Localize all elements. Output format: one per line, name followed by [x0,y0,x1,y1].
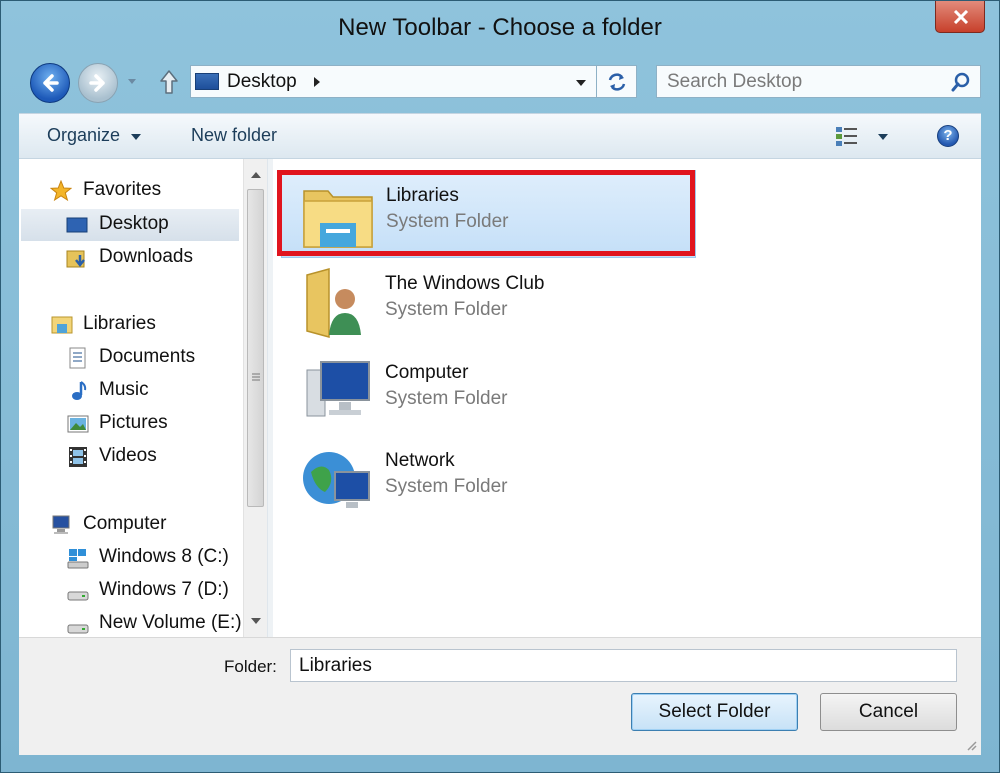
sidebar-label: Downloads [99,246,193,267]
list-item-the-windows-club[interactable]: The Windows Club System Folder [281,259,696,347]
file-type: System Folder [385,388,508,409]
file-type: System Folder [385,476,508,497]
windows-drive-icon [67,549,89,569]
arrow-left-icon [43,74,59,92]
address-bar[interactable]: Desktop [190,65,597,98]
back-button[interactable] [30,63,70,103]
hard-drive-icon [67,624,89,634]
select-folder-button[interactable]: Select Folder [631,693,798,731]
change-view-icon[interactable] [835,125,859,147]
forward-button[interactable] [78,63,118,103]
sidebar-label: Windows 8 (C:) [99,546,229,567]
libraries-folder-icon [303,190,373,248]
grip-icon [252,373,260,381]
pictures-icon [67,415,89,433]
chevron-down-icon[interactable] [130,133,142,141]
command-bar: Organize New folder ? [19,113,981,159]
sidebar-item-downloads[interactable]: Downloads [19,242,243,274]
list-item-computer[interactable]: Computer System Folder [281,348,696,436]
file-name: Network [385,450,455,471]
search-icon[interactable] [951,72,971,92]
file-type: System Folder [386,211,509,232]
list-item-libraries[interactable]: Libraries System Folder [281,170,696,258]
sidebar-label: Computer [83,513,167,534]
breadcrumb-chevron-icon[interactable] [313,76,321,88]
navigation-pane[interactable]: Favorites Desktop Downloads Libraries Do… [19,159,243,637]
scroll-down-icon[interactable] [250,617,262,625]
sidebar-label: Desktop [99,213,169,234]
sidebar-label: Music [99,379,149,400]
computer-icon [306,361,370,417]
sidebar-item-pictures[interactable]: Pictures [19,408,243,440]
sidebar-item-videos[interactable]: Videos [19,441,243,473]
cancel-button[interactable]: Cancel [820,693,957,731]
music-note-icon [72,381,87,400]
downloads-folder-icon [66,250,85,268]
refresh-icon [608,73,626,91]
recent-locations-dropdown-icon[interactable] [126,78,138,86]
sidebar-item-drive-d[interactable]: Windows 7 (D:) [19,575,243,607]
documents-icon [69,347,86,369]
file-name: Computer [385,362,469,383]
scroll-up-icon[interactable] [250,171,262,179]
refresh-button[interactable] [597,65,637,98]
sidebar-item-music[interactable]: Music [19,375,243,407]
user-folder-icon [306,268,361,338]
sidebar-item-computer[interactable]: Computer [19,509,243,541]
libraries-icon [51,316,73,334]
sidebar-label: Videos [99,445,157,466]
sidebar-label: Pictures [99,412,168,433]
resize-grip-icon[interactable] [965,739,977,751]
dialog-footer: Folder: Select Folder Cancel [19,637,981,755]
address-location[interactable]: Desktop [227,71,297,93]
scrollbar-thumb[interactable] [247,189,264,507]
view-dropdown-icon[interactable] [877,133,889,141]
close-icon [953,10,969,24]
sidebar-item-libraries[interactable]: Libraries [19,309,243,341]
close-button[interactable] [935,1,985,33]
sidebar-item-drive-e[interactable]: New Volume (E:) [19,608,243,637]
file-type: System Folder [385,299,508,320]
sidebar-label: New Volume (E:) [99,612,242,633]
sidebar-scrollbar[interactable] [243,159,267,637]
help-icon[interactable]: ? [937,125,959,147]
sidebar-item-documents[interactable]: Documents [19,342,243,374]
search-input[interactable] [667,69,937,94]
sidebar-label: Windows 7 (D:) [99,579,229,600]
address-dropdown-icon[interactable] [575,79,587,87]
title-bar[interactable]: New Toolbar - Choose a folder [1,1,999,53]
sidebar-label: Libraries [83,313,156,334]
computer-icon [52,515,70,534]
dialog-window: New Toolbar - Choose a folder Desktop Or… [0,0,1000,773]
star-icon [50,180,72,202]
videos-filmstrip-icon [69,447,87,467]
pane-divider[interactable] [267,159,273,637]
file-name: The Windows Club [385,273,545,294]
list-item-network[interactable]: Network System Folder [281,436,696,524]
up-arrow-icon[interactable] [158,69,180,95]
search-box[interactable] [656,65,981,98]
new-folder-button[interactable]: New folder [191,125,277,146]
file-name: Libraries [386,185,459,206]
hard-drive-icon [67,591,89,601]
desktop-icon [195,73,219,90]
window-title: New Toolbar - Choose a folder [338,14,662,41]
sidebar-item-desktop[interactable]: Desktop [21,209,239,241]
sidebar-label: Favorites [83,179,162,200]
network-icon [303,452,370,508]
desktop-icon [66,217,88,233]
sidebar-item-favorites[interactable]: Favorites [19,175,243,207]
sidebar-label: Documents [99,346,196,367]
content-area: Favorites Desktop Downloads Libraries Do… [19,159,981,637]
arrow-right-icon [89,74,105,92]
sidebar-item-drive-c[interactable]: Windows 8 (C:) [19,542,243,574]
organize-button[interactable]: Organize [47,125,120,146]
folder-field[interactable] [290,649,957,682]
folder-label: Folder: [224,657,277,676]
